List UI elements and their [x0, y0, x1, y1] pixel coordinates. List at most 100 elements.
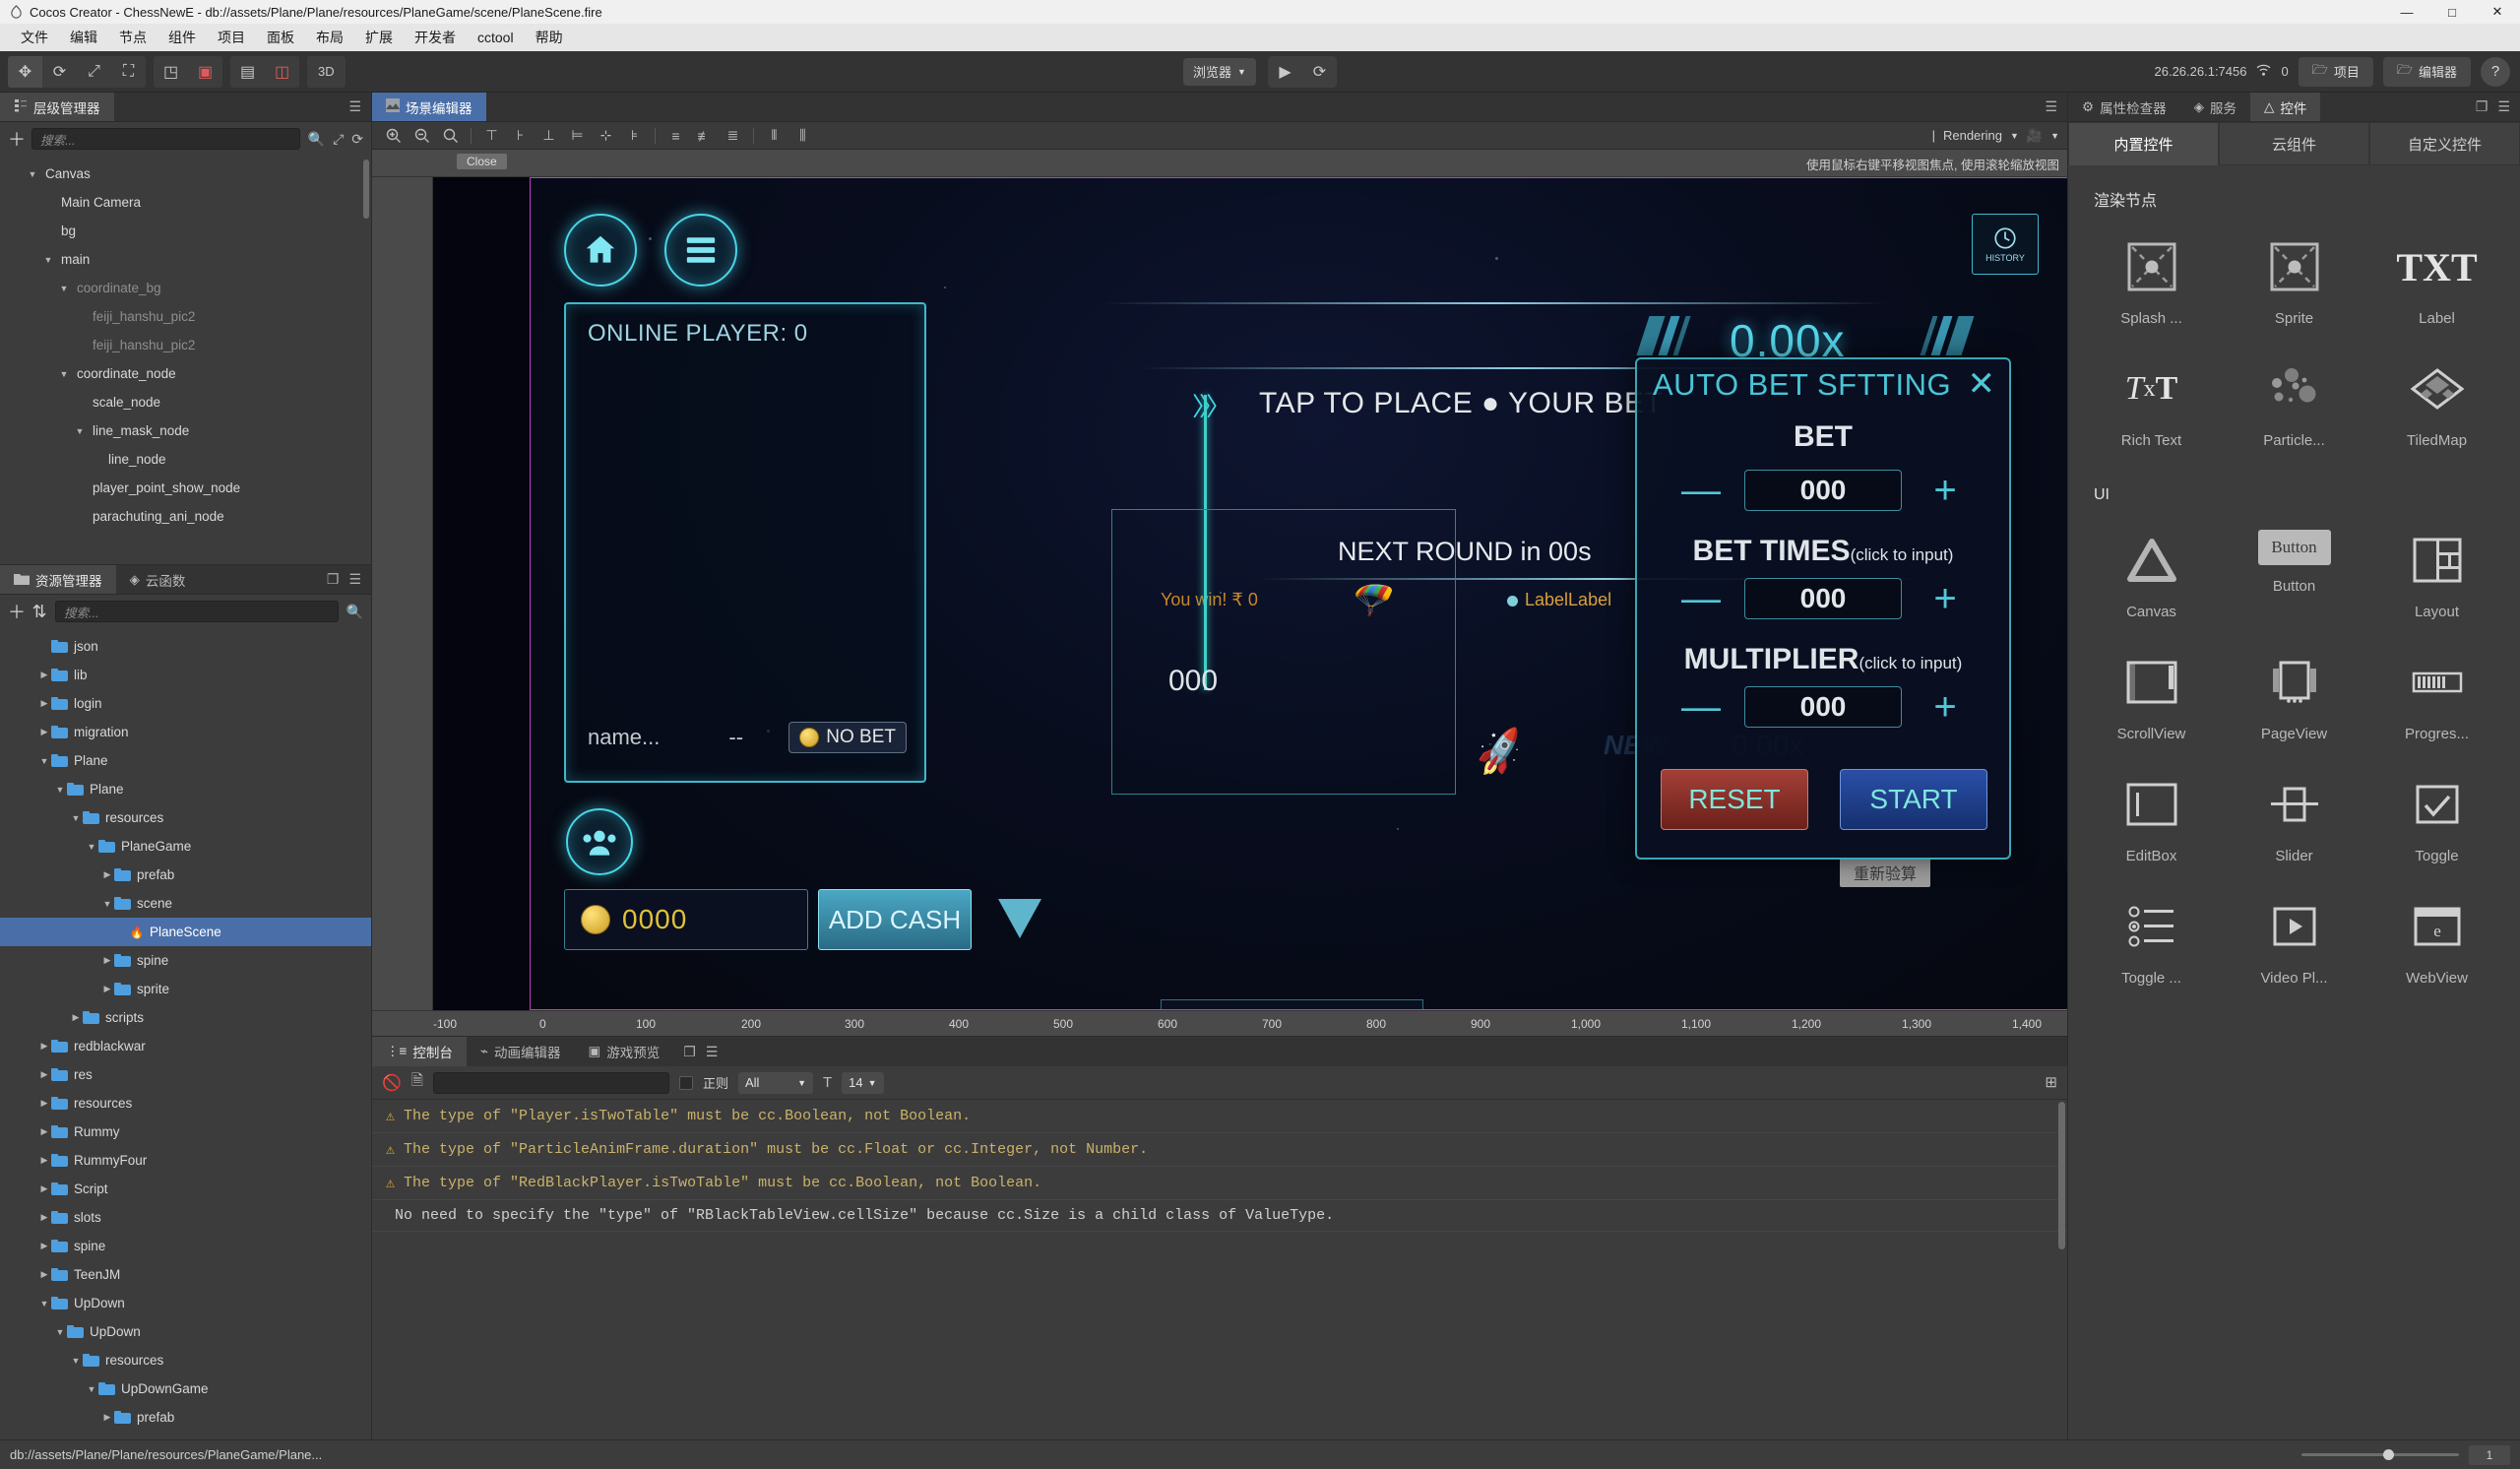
- asset-item-res[interactable]: ▶res: [0, 1060, 371, 1089]
- tab-assets[interactable]: 资源管理器: [0, 565, 116, 594]
- asset-item-slots[interactable]: ▶slots: [0, 1203, 371, 1232]
- bet-input[interactable]: 000: [1744, 470, 1902, 511]
- hierarchy-node-coordinate-bg[interactable]: ▼coordinate_bg: [0, 274, 371, 302]
- chevron-right-icon[interactable]: ▶: [37, 698, 51, 709]
- align-right-icon[interactable]: ⊧: [621, 124, 648, 148]
- chevron-down-icon[interactable]: ▼: [57, 284, 71, 293]
- asset-item-updown[interactable]: ▼UpDown: [0, 1317, 371, 1346]
- chevron-right-icon[interactable]: ▶: [37, 1269, 51, 1280]
- menu-item-edit[interactable]: 编辑: [59, 25, 108, 50]
- menu-item-developer[interactable]: 开发者: [404, 25, 467, 50]
- align-vcenter-icon[interactable]: ⊦: [507, 124, 534, 148]
- widget-particle[interactable]: Particle...: [2223, 349, 2365, 465]
- asset-item-teenjm[interactable]: ▶TeenJM: [0, 1260, 371, 1289]
- duplicate-panel-icon[interactable]: ❐: [327, 571, 340, 588]
- asset-item-lib[interactable]: ▶lib: [0, 661, 371, 689]
- chevron-right-icon[interactable]: ▶: [37, 1098, 51, 1109]
- dist-bottom-icon[interactable]: ≣: [720, 124, 746, 148]
- scene-menu-icon[interactable]: ☰: [2045, 98, 2057, 115]
- chevron-right-icon[interactable]: ▶: [37, 1183, 51, 1194]
- bet-times-input[interactable]: 000: [1744, 578, 1902, 619]
- chevron-right-icon[interactable]: ▶: [37, 1212, 51, 1223]
- asset-item-planegame[interactable]: ▼PlaneGame: [0, 832, 371, 861]
- expand-icon[interactable]: ⊞: [2045, 1074, 2057, 1091]
- chevron-right-icon[interactable]: ▶: [37, 727, 51, 737]
- render-chevron-down-icon[interactable]: ▼: [2010, 131, 2019, 141]
- widget-scrollview[interactable]: ScrollView: [2080, 642, 2223, 758]
- subtab-builtin-widgets[interactable]: 内置控件: [2068, 122, 2219, 165]
- asset-item-sprite[interactable]: ▶sprite: [0, 975, 371, 1003]
- asset-item-plane[interactable]: ▼Plane: [0, 746, 371, 775]
- refresh-button[interactable]: ⟳: [1302, 56, 1337, 88]
- hierarchy-node-canvas[interactable]: ▼Canvas: [0, 160, 371, 188]
- widget-pageview[interactable]: PageView: [2223, 642, 2365, 758]
- history-button[interactable]: HISTORY: [1972, 214, 2039, 275]
- hierarchy-node-line-node[interactable]: ▼line_node: [0, 445, 371, 474]
- hierarchy-search-input[interactable]: 搜索...: [32, 128, 300, 150]
- game-canvas[interactable]: ONLINE PLAYER: 0 name... -- NO BET: [530, 177, 2067, 1010]
- refresh-icon[interactable]: ⟳: [351, 131, 363, 148]
- tab-inspector[interactable]: ⚙ 属性检查器: [2068, 93, 2180, 121]
- asset-item-json[interactable]: ▶json: [0, 632, 371, 661]
- chevron-down-icon[interactable]: ▼: [69, 1356, 83, 1366]
- auto-bet-start-button[interactable]: START: [1840, 769, 1987, 830]
- minimize-button[interactable]: —: [2384, 0, 2429, 24]
- tab-console[interactable]: ⋮≡ 控制台: [372, 1037, 467, 1066]
- chevron-down-icon[interactable]: ▼: [100, 899, 114, 909]
- asset-item-resources[interactable]: ▶resources: [0, 1089, 371, 1118]
- preview-target-select[interactable]: 浏览器 ▼: [1183, 58, 1256, 86]
- hierarchy-node-main[interactable]: ▼main: [0, 245, 371, 274]
- widget-webview[interactable]: e WebView: [2365, 886, 2508, 1002]
- multiplier-minus-button[interactable]: —: [1679, 687, 1723, 727]
- widget-tiledmap[interactable]: TiledMap: [2365, 349, 2508, 465]
- widget-label[interactable]: TXT Label: [2365, 226, 2508, 343]
- align-bottom-icon[interactable]: ⊥: [536, 124, 562, 148]
- dist-left-icon[interactable]: ⫴: [761, 124, 788, 148]
- chevron-right-icon[interactable]: ▶: [100, 955, 114, 966]
- widget-sprite[interactable]: Sprite: [2223, 226, 2365, 343]
- tab-game-preview[interactable]: ▣ 游戏预览: [575, 1037, 674, 1066]
- file-icon[interactable]: 🗎: [411, 1070, 423, 1095]
- console-scrollbar[interactable]: [2058, 1102, 2065, 1249]
- asset-item-migration[interactable]: ▶migration: [0, 718, 371, 746]
- widget-rich-text[interactable]: TxT Rich Text: [2080, 349, 2223, 465]
- chevron-down-icon[interactable]: ▼: [73, 426, 87, 436]
- scale-tool-icon[interactable]: ⤢: [77, 56, 111, 88]
- menu-item-node[interactable]: 节点: [108, 25, 158, 50]
- menu-item-extension[interactable]: 扩展: [354, 25, 404, 50]
- hierarchy-scrollbar[interactable]: [363, 160, 369, 219]
- add-node-icon[interactable]: ＋: [8, 126, 24, 152]
- rotate-tool-icon[interactable]: ⟳: [42, 56, 77, 88]
- zoom-slider-knob[interactable]: [2383, 1449, 2394, 1460]
- dimension-3d-toggle[interactable]: 3D: [307, 56, 346, 88]
- maximize-button[interactable]: □: [2429, 0, 2475, 24]
- tab-cloud-functions[interactable]: ◈ 云函数: [116, 565, 200, 594]
- hierarchy-node-feiji-hanshu-pic2[interactable]: ▼feiji_hanshu_pic2: [0, 302, 371, 331]
- dropdown-triangle-icon[interactable]: [998, 899, 1041, 938]
- inspector-duplicate-icon[interactable]: ❐: [2476, 98, 2488, 115]
- menu-item-project[interactable]: 项目: [207, 25, 256, 50]
- console-log-row[interactable]: ⚠The type of "Player.isTwoTable" must be…: [372, 1100, 2067, 1133]
- bet-minus-button[interactable]: —: [1679, 471, 1723, 510]
- chevron-right-icon[interactable]: ▶: [100, 1412, 114, 1423]
- console-menu-icon[interactable]: ☰: [706, 1044, 719, 1060]
- bet-times-minus-button[interactable]: —: [1679, 579, 1723, 618]
- tab-services[interactable]: ◈ 服务: [2180, 93, 2250, 121]
- clear-icon[interactable]: 🚫: [382, 1073, 402, 1093]
- assets-search-icon[interactable]: 🔍: [346, 604, 363, 620]
- camera-chevron-down-icon[interactable]: ▼: [2050, 131, 2059, 141]
- hierarchy-node-parachuting-ani-node[interactable]: ▼parachuting_ani_node: [0, 502, 371, 531]
- asset-item-spine[interactable]: ▶spine: [0, 946, 371, 975]
- tab-hierarchy[interactable]: 层级管理器: [0, 93, 114, 121]
- asset-item-plane[interactable]: ▼Plane: [0, 775, 371, 803]
- locate-icon[interactable]: ⤢: [333, 131, 344, 148]
- players-button[interactable]: [566, 808, 633, 875]
- chevron-right-icon[interactable]: ▶: [69, 1012, 83, 1023]
- dist-top-icon[interactable]: ≡: [662, 124, 689, 148]
- hierarchy-node-main-camera[interactable]: ▼Main Camera: [0, 188, 371, 217]
- asset-item-resources[interactable]: ▼resources: [0, 1346, 371, 1374]
- menu-icon[interactable]: ☰: [348, 98, 361, 115]
- widget-toggle-group[interactable]: Toggle ...: [2080, 886, 2223, 1002]
- add-cash-button[interactable]: ADD CASH: [818, 889, 972, 950]
- tab-widgets[interactable]: △ 控件: [2250, 93, 2320, 121]
